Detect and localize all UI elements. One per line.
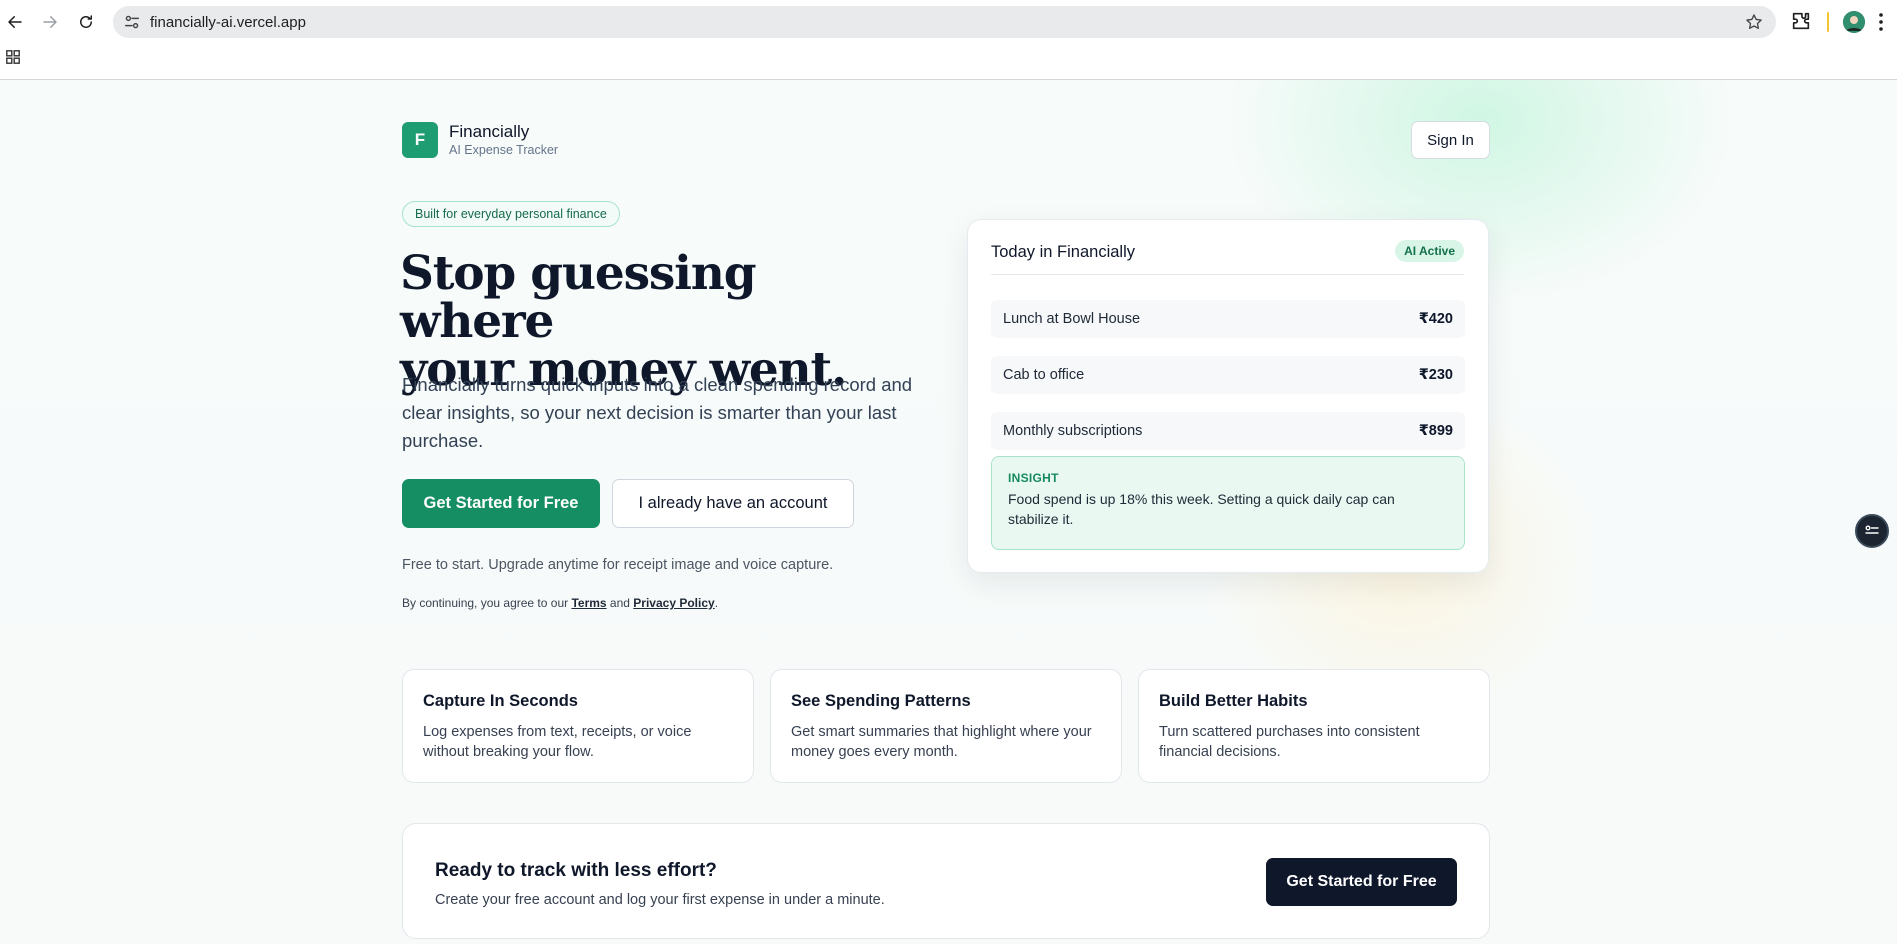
insight-text: Food spend is up 18% this week. Setting … [1008,491,1395,527]
brand-logo: F [402,122,438,158]
ai-status-badge: AI Active [1395,240,1464,262]
arrow-right-icon [43,16,57,28]
toolbar-divider [1827,12,1829,32]
get-started-button[interactable]: Get Started for Free [402,479,600,528]
today-preview-card: Today in Financially AI Active Lunch at … [967,219,1489,573]
transaction-row: Cab to office ₹230 [991,356,1465,394]
transaction-amount: ₹899 [1418,423,1453,439]
feature-description: Log expenses from text, receipts, or voi… [423,724,692,760]
browser-menu-icon[interactable] [1876,11,1886,33]
feature-card-habits: Build Better Habits Turn scattered purch… [1138,669,1490,783]
insight-box: INSIGHT Food spend is up 18% this week. … [991,456,1465,550]
forward-button[interactable] [38,10,62,34]
brand-name: Financially [449,122,530,141]
brand-subtitle: AI Expense Tracker [449,143,559,157]
bookmark-star-icon[interactable] [1744,12,1764,32]
transaction-row: Lunch at Bowl House ₹420 [991,300,1465,338]
arrow-left-icon [8,16,22,28]
legal-text: By continuing, you agree to our Terms an… [402,596,718,610]
landing-page: F Financially AI Expense Tracker Sign In… [0,80,1897,944]
insight-label: INSIGHT [1008,471,1059,485]
cta-get-started-button[interactable]: Get Started for Free [1266,858,1457,906]
feature-description: Turn scattered purchases into consistent… [1159,724,1420,760]
cta-description: Create your free account and log your fi… [435,892,885,908]
legal-and: and [606,596,634,610]
back-button[interactable] [3,10,27,34]
reload-button[interactable] [74,10,98,34]
privacy-policy-link[interactable]: Privacy Policy [633,596,714,610]
headline-line-1: Stop guessing where [400,246,757,349]
transaction-amount: ₹420 [1418,311,1453,327]
feature-card-patterns: See Spending Patterns Get smart summarie… [770,669,1122,783]
apps-grid-icon[interactable] [6,50,20,64]
address-bar[interactable]: financially-ai.vercel.app [113,6,1776,38]
tagline-badge: Built for everyday personal finance [402,201,620,227]
transaction-name: Lunch at Bowl House [1003,311,1141,327]
site-settings-icon[interactable] [123,13,141,31]
feature-title: Capture In Seconds [423,692,578,710]
feature-title: See Spending Patterns [791,692,971,710]
free-note: Free to start. Upgrade anytime for recei… [402,557,834,573]
legal-prefix: By continuing, you agree to our [402,596,572,610]
transaction-row: Monthly subscriptions ₹899 [991,412,1465,450]
existing-account-button[interactable]: I already have an account [612,479,854,528]
profile-avatar[interactable] [1843,11,1865,33]
feature-card-capture: Capture In Seconds Log expenses from tex… [402,669,754,783]
extensions-puzzle-icon[interactable] [1790,10,1812,32]
preview-divider [991,274,1464,275]
transaction-amount: ₹230 [1418,367,1453,383]
brand[interactable]: F Financially AI Expense Tracker [402,122,558,158]
preview-title: Today in Financially [991,243,1135,261]
browser-chrome: financially-ai.vercel.app [0,0,1897,80]
assistant-list-icon [1865,525,1879,534]
terms-link[interactable]: Terms [571,596,606,610]
feature-description: Get smart summaries that highlight where… [791,724,1092,760]
transaction-name: Monthly subscriptions [1003,423,1143,439]
cta-title: Ready to track with less effort? [435,860,717,881]
url-text[interactable]: financially-ai.vercel.app [150,14,306,31]
avatar-icon [1843,11,1865,33]
legal-suffix: . [714,596,719,610]
floating-assistant-button[interactable] [1855,514,1889,548]
transaction-name: Cab to office [1003,367,1085,383]
feature-title: Build Better Habits [1159,692,1308,710]
brand-text: Financially AI Expense Tracker [449,122,558,158]
sign-in-button[interactable]: Sign In [1411,121,1490,159]
hero-lead: Financially turns quick inputs into a cl… [402,374,913,451]
reload-icon [80,15,92,28]
cta-section: Ready to track with less effort? Create … [402,823,1490,939]
